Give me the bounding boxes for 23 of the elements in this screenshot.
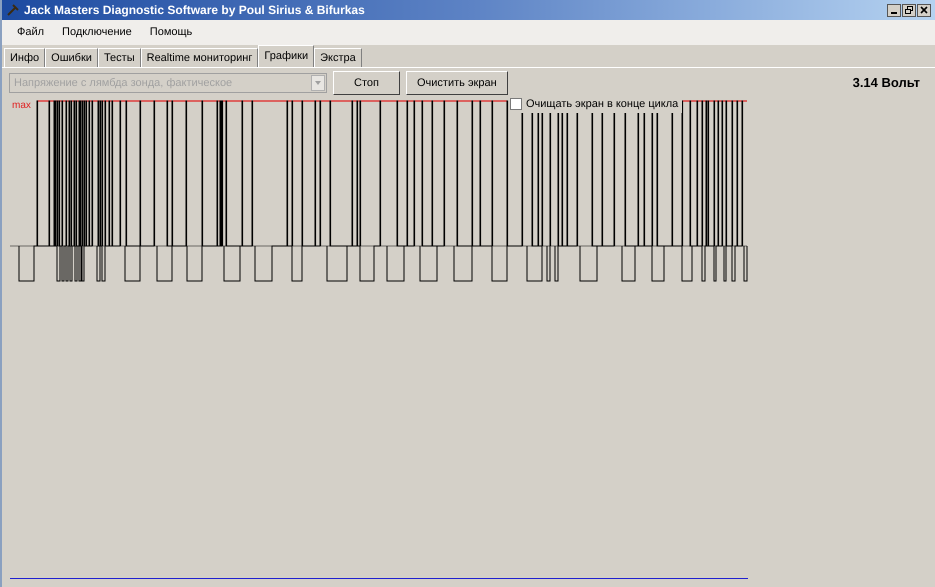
minimize-button[interactable] [887, 4, 901, 16]
minimize-icon [891, 12, 897, 14]
max-label: max [12, 101, 31, 111]
clear-screen-button[interactable]: Очистить экран [406, 71, 508, 95]
close-icon [920, 6, 928, 14]
menu-item[interactable]: Помощь [142, 24, 200, 41]
tab[interactable]: Экстра [314, 48, 362, 67]
checkbox[interactable] [510, 98, 522, 110]
close-button[interactable] [917, 4, 931, 16]
checkbox-label: Очищать экран в конце цикла [526, 97, 678, 112]
tab[interactable]: Инфо [4, 48, 46, 67]
window-title: Jack Masters Diagnostic Software by Poul Sirius & Bifurkas [24, 2, 365, 19]
tab[interactable]: Тесты [98, 48, 141, 67]
tab[interactable]: Ошибки [45, 48, 98, 67]
stop-button[interactable]: Стоп [333, 71, 400, 95]
restore-icon [905, 6, 913, 14]
tab[interactable]: Realtime мониторинг [140, 48, 258, 67]
menu-item[interactable]: Файл [10, 24, 52, 41]
restore-button[interactable] [902, 4, 916, 16]
menu-item[interactable]: Подключение [55, 24, 139, 41]
pickaxe-icon [6, 3, 20, 17]
tab[interactable]: Графики [258, 45, 314, 67]
voltage-reading: 3.14 Вольт [852, 74, 920, 92]
